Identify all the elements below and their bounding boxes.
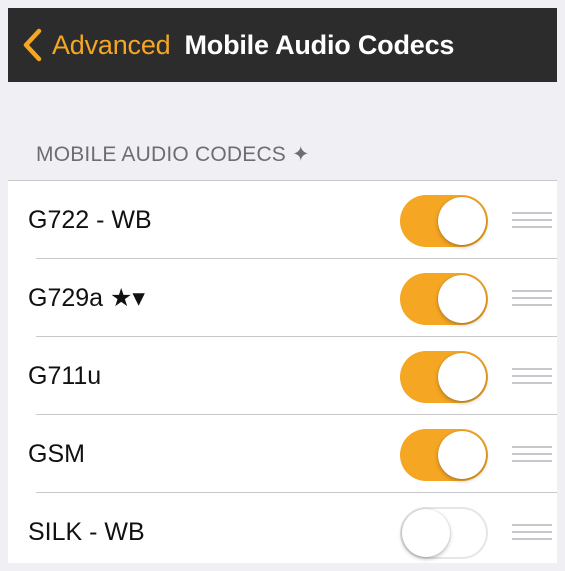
codec-label: GSM	[28, 440, 85, 468]
back-label[interactable]: Advanced	[52, 30, 171, 61]
navigation-bar: Advanced Mobile Audio Codecs	[8, 8, 557, 82]
reorder-grip-icon[interactable]	[512, 524, 552, 540]
toggle-knob	[402, 509, 450, 557]
codec-label: G729a ★▾	[28, 284, 145, 312]
codec-row-g729a: G729a ★▾	[8, 259, 557, 337]
codec-toggle[interactable]	[400, 351, 488, 403]
codec-row-g722-wb: G722 - WB	[8, 181, 557, 259]
codec-list: G722 - WB G729a ★▾ G711u GSM SILK - WB	[8, 180, 557, 563]
codec-toggle[interactable]	[400, 273, 488, 325]
back-button[interactable]: Advanced	[22, 28, 171, 62]
toggle-knob	[438, 275, 486, 323]
codec-row-silk-wb: SILK - WB	[8, 493, 557, 571]
codec-toggle[interactable]	[400, 195, 488, 247]
page-title: Mobile Audio Codecs	[184, 29, 455, 60]
chevron-left-icon	[23, 28, 42, 62]
reorder-grip-icon[interactable]	[512, 368, 552, 384]
codec-toggle[interactable]	[400, 507, 488, 559]
codec-label: G722 - WB	[28, 206, 152, 234]
codec-row-g711u: G711u	[8, 337, 557, 415]
codec-toggle[interactable]	[400, 429, 488, 481]
reorder-grip-icon[interactable]	[512, 290, 552, 306]
toggle-knob	[438, 353, 486, 401]
codec-label: G711u	[28, 362, 102, 390]
toggle-knob	[438, 431, 486, 479]
codec-row-gsm: GSM	[8, 415, 557, 493]
codec-label: SILK - WB	[28, 518, 145, 546]
toggle-knob	[438, 197, 486, 245]
reorder-grip-icon[interactable]	[512, 212, 552, 228]
section-header: MOBILE AUDIO CODECS ✦	[36, 143, 310, 166]
reorder-grip-icon[interactable]	[512, 446, 552, 462]
